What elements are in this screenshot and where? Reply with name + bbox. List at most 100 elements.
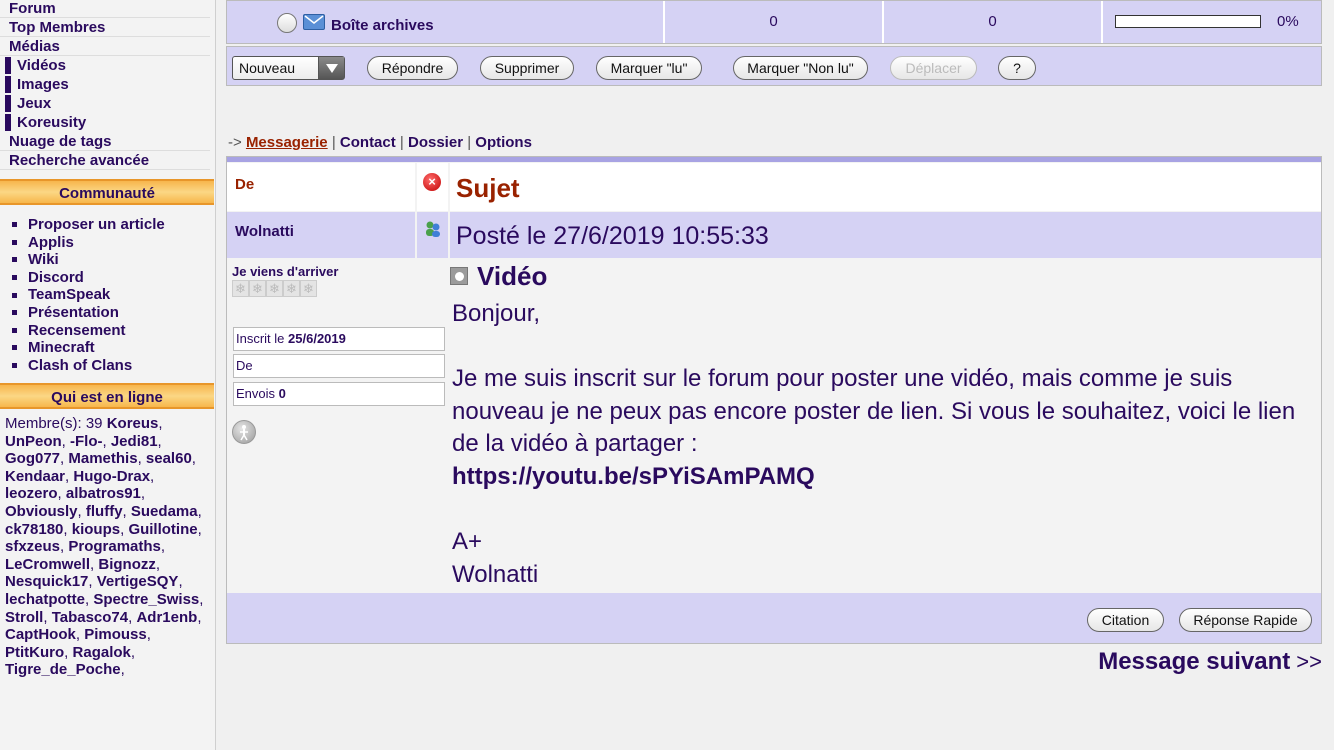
user-rank: Je viens d'arriver (232, 264, 339, 279)
community-item[interactable]: Applis (12, 234, 165, 252)
nav-recherche-avancee[interactable]: Recherche avancée (0, 151, 210, 170)
breadcrumb-options[interactable]: Options (475, 134, 532, 151)
message-body: Bonjour, Je me suis inscrit sur le forum… (452, 298, 1302, 591)
snowflake-icon: ❄ (249, 280, 266, 297)
nav-images[interactable]: Images (0, 75, 210, 94)
reply-button[interactable]: Répondre (367, 56, 458, 80)
online-member-link[interactable]: CaptHook (5, 626, 76, 643)
breadcrumb-dossier[interactable]: Dossier (408, 134, 463, 151)
online-member-link[interactable]: Stroll (5, 609, 43, 626)
mailbox-radio[interactable] (277, 13, 297, 33)
online-count: Membre(s): 39 (5, 415, 103, 432)
sidebar: Forum Top Membres Médias Vidéos Images J… (0, 0, 216, 750)
online-member-link[interactable]: PtitKuro (5, 644, 64, 661)
online-member-link[interactable]: Nesquick17 (5, 573, 88, 590)
message-icon (450, 267, 468, 285)
online-member-link[interactable]: Pimouss (84, 626, 147, 643)
nav-jeux[interactable]: Jeux (0, 94, 210, 113)
online-member-link[interactable]: Guillotine (128, 521, 197, 538)
close-icon[interactable]: × (423, 173, 441, 191)
registered-box: Inscrit le 25/6/2019 (233, 327, 445, 351)
community-item[interactable]: Wiki (12, 251, 165, 269)
community-item[interactable]: Clash of Clans (12, 357, 165, 375)
snowflake-icon: ❄ (266, 280, 283, 297)
offline-status-icon (232, 420, 256, 444)
mailbox-count2: 0 (884, 1, 1103, 43)
message-footer: Citation Réponse Rapide (227, 593, 1321, 643)
quote-button[interactable]: Citation (1087, 608, 1164, 632)
message-greeting: Bonjour, (452, 300, 541, 327)
nav-videos[interactable]: Vidéos (0, 56, 210, 75)
posts-box: Envois 0 (233, 382, 445, 406)
snowflake-icon: ❄ (283, 280, 300, 297)
chevron-down-icon (318, 57, 344, 79)
online-member-link[interactable]: Obviously (5, 503, 78, 520)
online-member-link[interactable]: leozero (5, 485, 58, 502)
move-button[interactable]: Déplacer (890, 56, 977, 80)
online-member-link[interactable]: Tabasco74 (52, 609, 128, 626)
mailbox-row: Boîte archives 0 0 0% (226, 0, 1322, 44)
breadcrumb-messagerie[interactable]: Messagerie (246, 134, 328, 151)
snowflake-icon: ❄ (232, 280, 249, 297)
online-member-link[interactable]: Jedi81 (111, 433, 158, 450)
nav-medias[interactable]: Médias (0, 37, 210, 56)
online-member-link[interactable]: kioups (72, 521, 120, 538)
nav-koreusity[interactable]: Koreusity (0, 113, 210, 132)
message-link[interactable]: https://youtu.be/sPYiSAmPAMQ (452, 461, 1302, 494)
online-member-link[interactable]: Ragalok (73, 644, 131, 661)
online-member-link[interactable]: VertigeSQY (97, 573, 179, 590)
online-header: Qui est en ligne (0, 383, 214, 409)
online-member-link[interactable]: Bignozz (98, 556, 156, 573)
nav-top-membres[interactable]: Top Membres (0, 18, 210, 37)
online-member-link[interactable]: sfxzeus (5, 538, 60, 555)
nav-forum[interactable]: Forum (0, 0, 210, 18)
status-select[interactable]: Nouveau (232, 56, 345, 80)
community-item[interactable]: Minecraft (12, 339, 165, 357)
mailbox-count1: 0 (665, 1, 884, 43)
online-member-link[interactable]: Tigre_de_Poche (5, 661, 121, 678)
online-member-link[interactable]: LeCromwell (5, 556, 90, 573)
message-panel: De × Sujet Wolnatti Posté le 27/6/2019 1… (226, 156, 1322, 644)
community-item[interactable]: Proposer un article (12, 216, 165, 234)
online-member-link[interactable]: Programaths (68, 538, 161, 555)
quick-reply-button[interactable]: Réponse Rapide (1179, 608, 1312, 632)
breadcrumb-contact[interactable]: Contact (340, 134, 396, 151)
from-box: De (233, 354, 445, 378)
online-member-link[interactable]: Koreus (107, 415, 159, 432)
online-member-link[interactable]: Suedama (131, 503, 198, 520)
author-name[interactable]: Wolnatti (235, 223, 294, 240)
online-member-link[interactable]: UnPeon (5, 433, 62, 450)
users-icon[interactable] (424, 220, 442, 238)
online-member-link[interactable]: seal60 (146, 450, 192, 467)
next-message-link[interactable]: Message suivant >> (1098, 648, 1322, 676)
help-button[interactable]: ? (998, 56, 1036, 80)
mark-unread-button[interactable]: Marquer "Non lu" (733, 56, 868, 80)
community-item[interactable]: TeamSpeak (12, 286, 165, 304)
nav-nuage-de-tags[interactable]: Nuage de tags (0, 132, 210, 151)
community-item[interactable]: Recensement (12, 322, 165, 340)
online-member-link[interactable]: Adr1enb (136, 609, 197, 626)
mailbox-name-cell: Boîte archives (227, 1, 665, 43)
breadcrumb: -> Messagerie | Contact | Dossier | Opti… (228, 134, 532, 151)
author-row: Wolnatti Posté le 27/6/2019 10:55:33 (227, 212, 1321, 258)
message-signoff: A+ (452, 528, 483, 556)
online-members: Membre(s): 39 Koreus, UnPeon, -Flo-, Jed… (5, 415, 204, 679)
mark-read-button[interactable]: Marquer "lu" (596, 56, 702, 80)
online-member-link[interactable]: Hugo-Drax (73, 468, 150, 485)
delete-button[interactable]: Supprimer (480, 56, 574, 80)
online-member-link[interactable]: fluffy (86, 503, 123, 520)
online-member-link[interactable]: -Flo- (70, 433, 102, 450)
online-member-link[interactable]: Gog077 (5, 450, 60, 467)
online-member-link[interactable]: albatros91 (66, 485, 141, 502)
online-member-link[interactable]: lechatpotte (5, 591, 85, 608)
online-member-link[interactable]: ck78180 (5, 521, 63, 538)
mailbox-name[interactable]: Boîte archives (331, 17, 434, 34)
online-member-link[interactable]: Spectre_Swiss (93, 591, 199, 608)
online-member-link[interactable]: Kendaar (5, 468, 65, 485)
message-text: Je me suis inscrit sur le forum pour pos… (452, 365, 1296, 458)
message-signature: Wolnatti (452, 560, 539, 588)
toolbar: Nouveau Répondre Supprimer Marquer "lu" … (226, 46, 1322, 86)
community-item[interactable]: Présentation (12, 304, 165, 322)
online-member-link[interactable]: Mamethis (68, 450, 137, 467)
community-item[interactable]: Discord (12, 269, 165, 287)
